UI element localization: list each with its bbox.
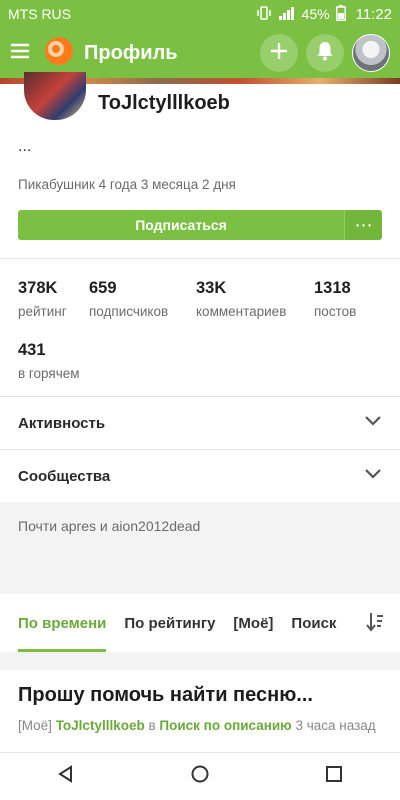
username: ToJlctylllkoeb <box>98 92 230 114</box>
post-tag[interactable]: [Моё] <box>18 718 52 733</box>
stat-label: постов <box>314 304 357 319</box>
section-label: Сообщества <box>18 467 111 485</box>
stat-value: 33K <box>196 279 227 297</box>
stat-comments[interactable]: 33K комментариев <box>196 279 286 319</box>
home-icon[interactable] <box>190 764 210 789</box>
recent-apps-icon[interactable] <box>325 765 343 788</box>
add-button[interactable] <box>260 34 298 72</box>
section-communities[interactable]: Сообщества <box>0 450 400 502</box>
system-nav-bar <box>0 752 400 800</box>
profile-bio: ... <box>18 138 32 155</box>
stat-subscribers[interactable]: 659 подписчиков <box>89 279 168 319</box>
clock: 11:22 <box>355 5 392 23</box>
post-in-word: в <box>148 718 156 733</box>
chevron-down-icon <box>364 414 382 432</box>
page-title: Профиль <box>84 41 178 64</box>
stat-label: рейтинг <box>18 304 67 319</box>
signal-icon <box>278 6 296 23</box>
bell-icon <box>316 41 334 66</box>
tab-by-rating[interactable]: По рейтингу <box>124 594 215 652</box>
status-bar: MTS RUS 45% 11:22 <box>0 0 400 28</box>
tab-mine[interactable]: [Моё] <box>233 594 273 652</box>
sort-icon[interactable] <box>366 612 384 637</box>
spacer <box>0 652 400 670</box>
battery-percent: 45% <box>301 6 330 22</box>
profile-header: ToJlctylllkoeb <box>0 72 400 134</box>
post-time: 3 часа назад <box>295 718 376 733</box>
user-avatar[interactable] <box>352 34 390 72</box>
menu-icon[interactable] <box>10 43 30 64</box>
profile-screen: MTS RUS 45% 11:22 Профиль ToJlctylllkoeb… <box>0 0 400 800</box>
tab-search[interactable]: Поиск <box>291 594 336 652</box>
battery-icon <box>335 4 346 24</box>
stat-label: комментариев <box>196 304 287 319</box>
stat-value: 378K <box>18 279 58 297</box>
also-known-panel <box>0 502 400 594</box>
profile-avatar <box>24 72 86 120</box>
section-label: Активность <box>18 414 106 432</box>
stat-value: 431 <box>18 341 46 359</box>
post-title[interactable]: Прошу помочь найти песню... <box>18 684 313 707</box>
subscribe-button[interactable]: Подписаться <box>18 210 344 240</box>
pikabu-logo-icon <box>44 36 74 71</box>
subscribe-group: Подписаться ⋯ <box>18 210 382 240</box>
notifications-button[interactable] <box>306 34 344 72</box>
post-meta: [Моё] ToJlctylllkoeb в Поиск по описанию… <box>18 716 388 736</box>
carrier-name: MTS RUS <box>8 6 71 22</box>
section-activity[interactable]: Активность <box>0 397 400 449</box>
more-options-button[interactable]: ⋯ <box>344 210 382 240</box>
tab-by-time[interactable]: По времени <box>18 594 107 652</box>
stat-value: 1318 <box>314 279 351 297</box>
plus-icon <box>270 42 288 65</box>
back-icon[interactable] <box>57 765 75 788</box>
stat-posts[interactable]: 1318 постов <box>314 279 356 319</box>
post-community[interactable]: Поиск по описанию <box>159 718 291 733</box>
also-known-text: Почти apres и aion2012dead <box>18 518 201 534</box>
stat-hot[interactable]: 431 в горячем <box>18 341 80 381</box>
stat-label: в горячем <box>18 366 80 381</box>
app-bar: Профиль <box>0 28 400 78</box>
divider <box>0 258 400 259</box>
stat-label: подписчиков <box>89 304 169 319</box>
post-author[interactable]: ToJlctylllkoeb <box>56 718 145 733</box>
stat-rating: 378K рейтинг <box>18 279 67 319</box>
vibrate-icon <box>256 5 272 24</box>
sort-tabs: По времени По рейтингу [Моё] Поиск <box>0 594 400 652</box>
stat-value: 659 <box>89 279 117 297</box>
chevron-down-icon <box>364 467 382 485</box>
member-tenure: Пикабушник 4 года 3 месяца 2 дня <box>18 177 236 192</box>
